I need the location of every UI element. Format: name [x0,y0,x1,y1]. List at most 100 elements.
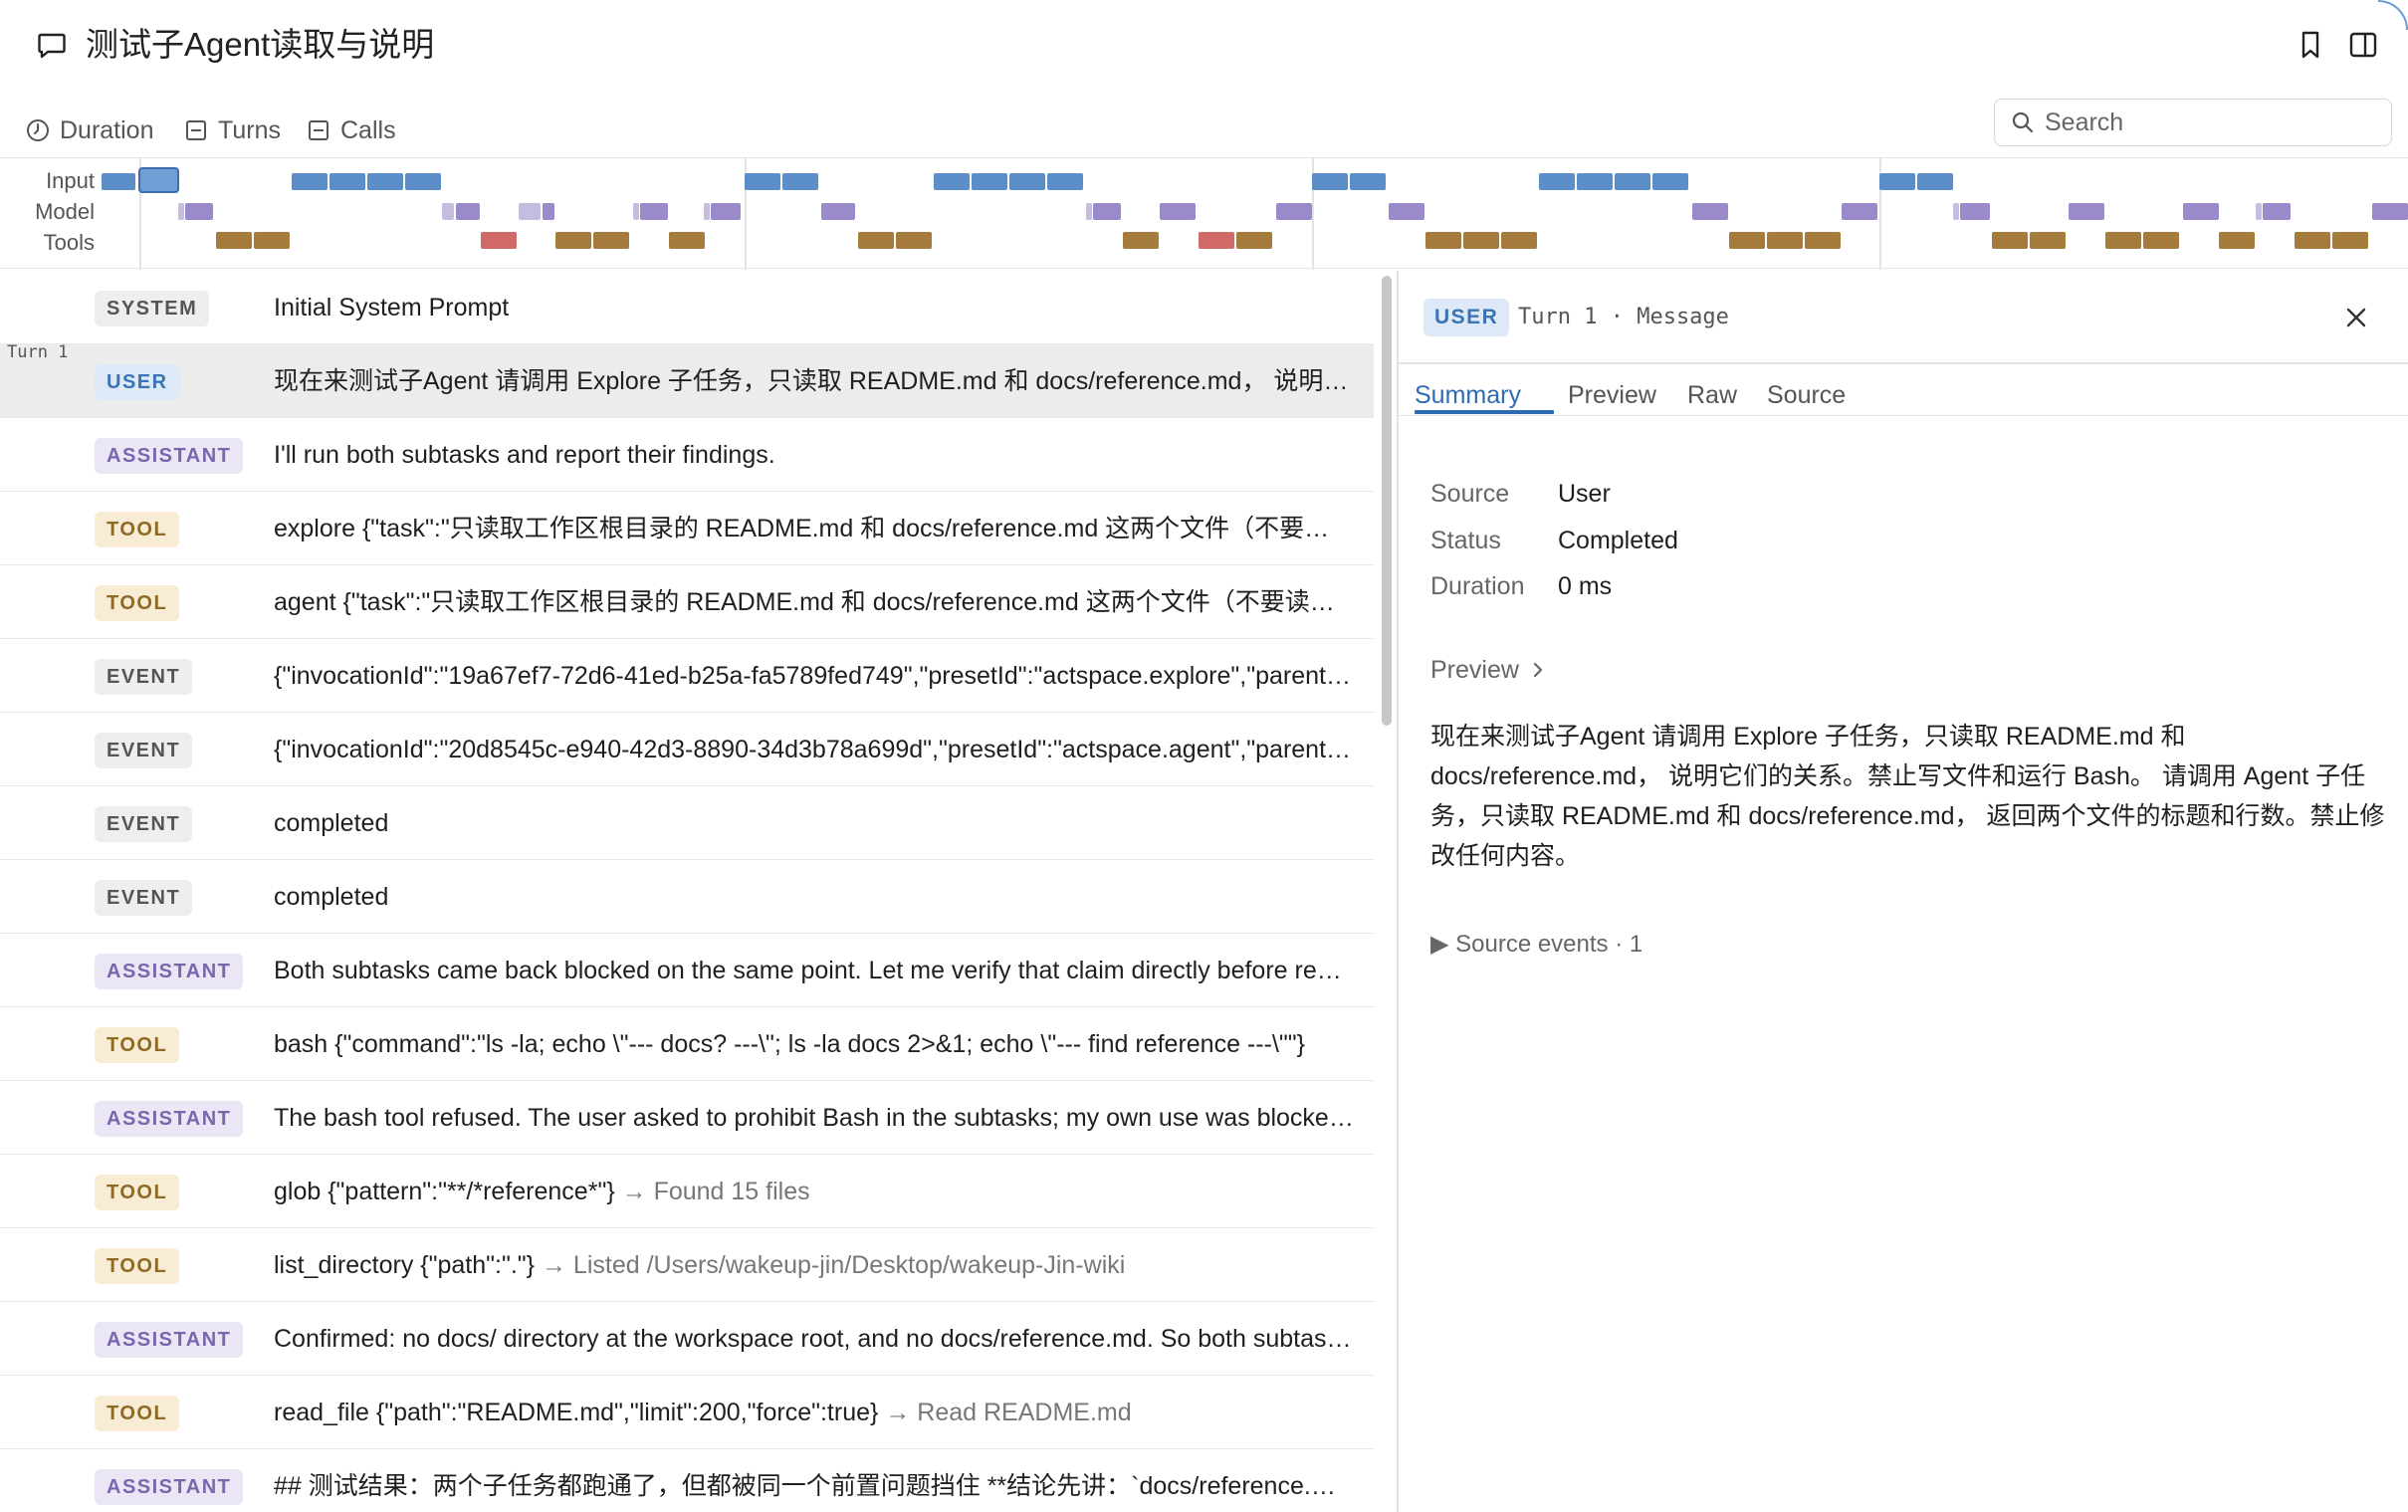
timeline-segment-model[interactable] [2183,203,2219,220]
timeline-segment-tool[interactable] [2030,232,2066,249]
timeline-segment-input[interactable] [1652,173,1688,190]
timeline-segment-input[interactable] [1350,173,1386,190]
duration-button[interactable]: Duration [26,108,154,153]
timeline-segment-model[interactable] [543,203,554,220]
bookmark-icon[interactable] [2294,28,2327,62]
timeline-segment-tool[interactable] [254,232,290,249]
timeline-selected-segment[interactable] [138,167,179,193]
timeline-segment-input[interactable] [934,173,970,190]
list-item[interactable]: SYSTEM Initial System Prompt [0,271,1374,344]
timeline-segment-tool[interactable] [2295,232,2330,249]
list-item[interactable]: EVENT completed [0,786,1374,860]
timeline-segment-tool[interactable] [1463,232,1499,249]
timeline-segment-model[interactable] [185,203,213,220]
timeline-segment-tool[interactable] [1767,232,1803,249]
timeline-segment-model[interactable] [1842,203,1877,220]
timeline-segment-tool[interactable] [1992,232,2028,249]
list-item[interactable]: TOOL read_file {"path":"README.md","limit… [0,1376,1374,1449]
timeline-segment-input[interactable] [102,173,135,190]
timeline-segment-tool[interactable] [1199,232,1234,249]
tab-preview[interactable]: Preview [1568,378,1656,412]
timeline-segment-tool[interactable] [2219,232,2255,249]
timeline-segment-tool[interactable] [858,232,894,249]
timeline-segment-tool[interactable] [216,232,252,249]
timeline-segment-model[interactable] [633,203,639,220]
timeline-segment-input[interactable] [1047,173,1083,190]
timeline-segment-tool[interactable] [481,232,517,249]
timeline-segment-tool[interactable] [1123,232,1159,249]
calls-button[interactable]: Calls [307,108,396,153]
list-item[interactable]: TOOL bash {"command":"ls -la; echo \"--- … [0,1007,1374,1081]
timeline-segment-tool[interactable] [669,232,705,249]
timeline-segment-tool[interactable] [2332,232,2368,249]
list-item[interactable]: ASSISTANT I'll run both subtasks and repo… [0,418,1374,492]
timeline-segment-model[interactable] [1953,203,1959,220]
timeline-segment-model[interactable] [456,203,480,220]
list-item[interactable]: ASSISTANT ## 测试结果：两个子任务都跑通了，但都被同一个前置问题挡住 … [0,1449,1374,1512]
list-item[interactable]: ASSISTANT Confirmed: no docs/ directory a… [0,1302,1374,1376]
list-item[interactable]: TOOL list_directory {"path":"."} → Listed… [0,1228,1374,1302]
timeline-segment-input[interactable] [782,173,818,190]
close-icon[interactable] [2341,303,2371,332]
timeline-segment-model[interactable] [1160,203,1196,220]
timeline-segment-model[interactable] [640,203,668,220]
list-item[interactable]: TOOL agent {"task":"只读取工作区根目录的 README.md … [0,565,1374,639]
timeline-segment-tool[interactable] [1729,232,1765,249]
timeline-segment-input[interactable] [1577,173,1613,190]
timeline-segment-input[interactable] [1312,173,1348,190]
event-list-scrollbar[interactable] [1382,276,1392,726]
list-item[interactable]: EVENT completed [0,860,1374,934]
timeline-segment-model[interactable] [2372,203,2408,220]
timeline-segment-input[interactable] [745,173,780,190]
search-box[interactable] [1994,99,2392,146]
panel-toggle-icon[interactable] [2346,28,2380,62]
timeline-segment-model[interactable] [178,203,184,220]
list-item[interactable]: TOOL glob {"pattern":"**/*reference*"} → … [0,1155,1374,1228]
timeline-segment-tool[interactable] [1501,232,1537,249]
timeline-segment-tool[interactable] [2105,232,2141,249]
timeline-segment-input[interactable] [972,173,1007,190]
timeline-segment-input[interactable] [1917,173,1953,190]
timeline-segment-model[interactable] [1086,203,1092,220]
timeline-segment-model[interactable] [1276,203,1312,220]
timeline-segment-model[interactable] [519,203,541,220]
timeline-segment-input[interactable] [405,173,441,190]
timeline-segment-input[interactable] [1879,173,1915,190]
search-input[interactable] [2045,108,2383,137]
timeline-segment-tool[interactable] [1425,232,1461,249]
list-item[interactable]: USER 现在来测试子Agent 请调用 Explore 子任务，只读取 READ… [0,344,1374,418]
timeline-segment-model[interactable] [2069,203,2104,220]
list-item[interactable]: EVENT {"invocationId":"20d8545c-e940-42d3… [0,713,1374,786]
timeline-segment-tool[interactable] [1236,232,1272,249]
turns-button[interactable]: Turns [184,108,281,153]
timeline-segment-model[interactable] [711,203,741,220]
timeline-segment-model[interactable] [704,203,710,220]
timeline-segment-tool[interactable] [2143,232,2179,249]
timeline-segment-input[interactable] [1009,173,1045,190]
timeline-segment-tool[interactable] [555,232,591,249]
timeline-segment-tool[interactable] [1805,232,1841,249]
preview-link[interactable]: Preview [1430,653,1545,687]
timeline-segment-tool[interactable] [593,232,629,249]
timeline-segment-model[interactable] [821,203,855,220]
list-item[interactable]: ASSISTANT The bash tool refused. The user… [0,1081,1374,1155]
timeline-segment-model[interactable] [1960,203,1990,220]
timeline-segment-model[interactable] [1692,203,1728,220]
timeline-segment-tool[interactable] [896,232,932,249]
tab-summary[interactable]: Summary [1415,378,1521,412]
list-item[interactable]: TOOL explore {"task":"只读取工作区根目录的 README.m… [0,492,1374,565]
tab-source[interactable]: Source [1767,378,1846,412]
tab-raw[interactable]: Raw [1687,378,1737,412]
list-item[interactable]: EVENT {"invocationId":"19a67ef7-72d6-41ed… [0,639,1374,713]
timeline-segment-input[interactable] [1615,173,1650,190]
timeline-segment-input[interactable] [367,173,403,190]
timeline-segment-model[interactable] [1093,203,1121,220]
timeline-segment-input[interactable] [329,173,365,190]
timeline-segment-model[interactable] [1389,203,1424,220]
source-events-toggle[interactable]: ▶ Source events · 1 [1430,928,1642,962]
timeline-segment-model[interactable] [2263,203,2291,220]
list-item[interactable]: ASSISTANT Both subtasks came back blocked… [0,934,1374,1007]
timeline-segment-input[interactable] [1539,173,1575,190]
timeline-segment-input[interactable] [292,173,328,190]
timeline-segment-model[interactable] [2256,203,2262,220]
